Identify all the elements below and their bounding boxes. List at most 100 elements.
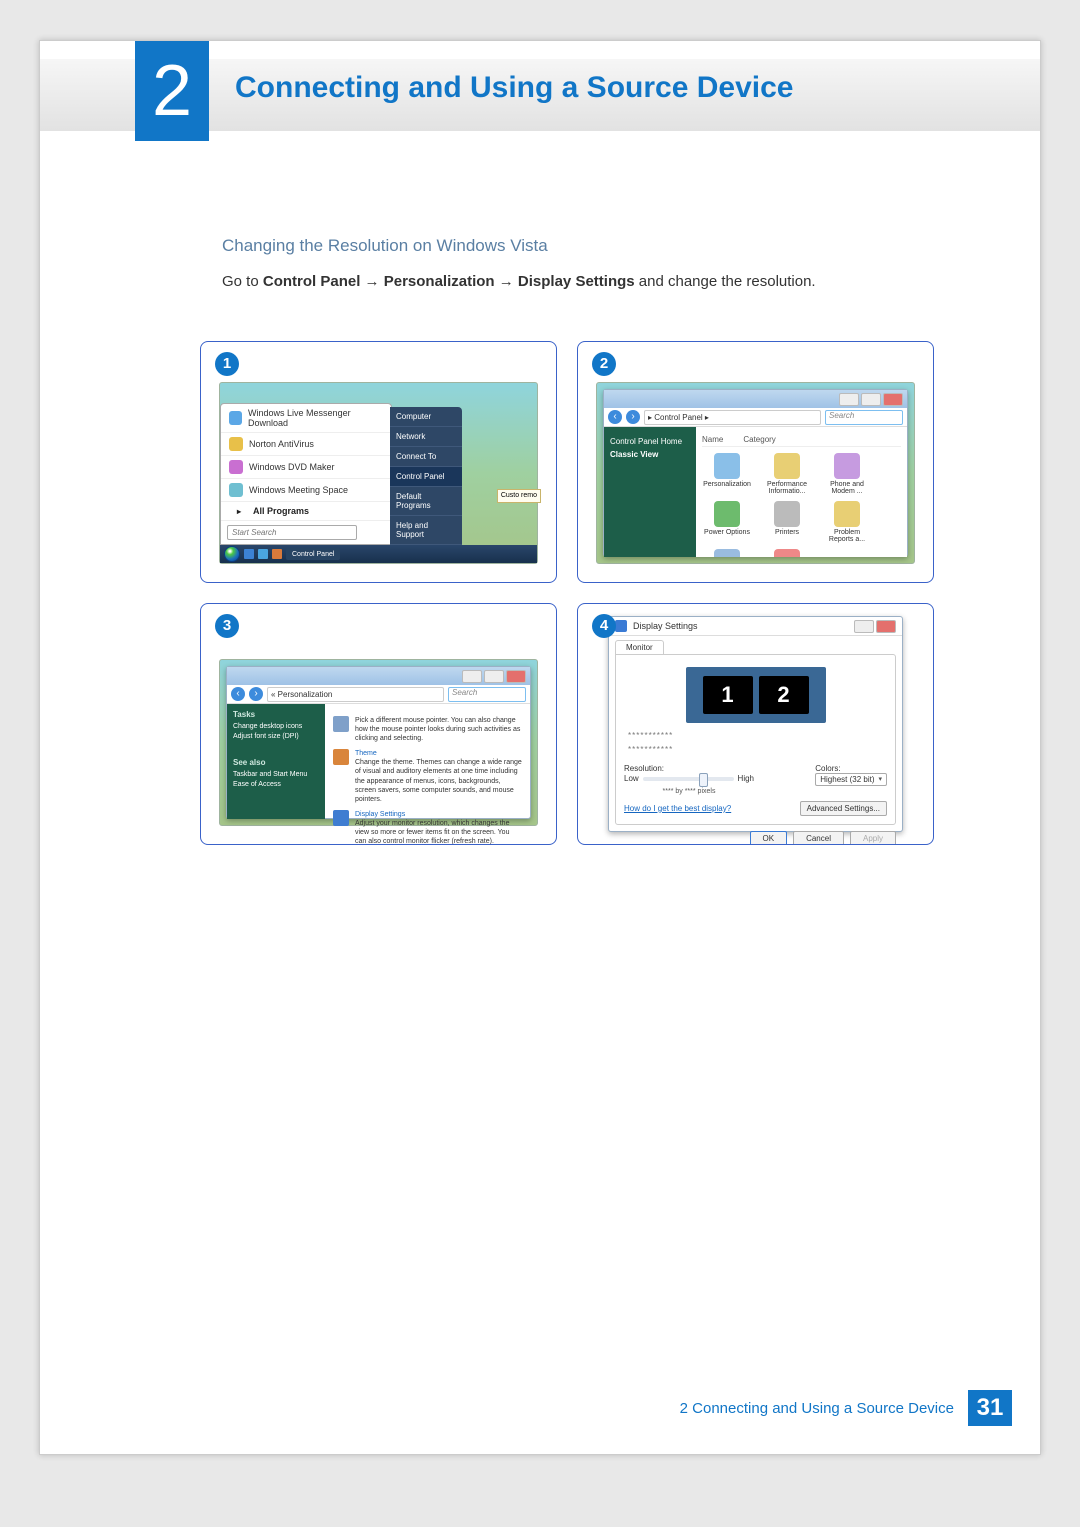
start-right-item[interactable]: Default Programs (390, 487, 462, 516)
problem-reports-icon (834, 501, 860, 527)
personalization-body: Tasks Change desktop icons Adjust font s… (227, 704, 530, 819)
start-menu-right: Computer Network Connect To Control Pane… (390, 407, 462, 545)
cp-item[interactable]: Power Options (702, 501, 752, 543)
chapter-title: Connecting and Using a Source Device (235, 71, 793, 105)
instruction-prefix: Go to (222, 273, 263, 290)
breadcrumb[interactable]: ▸ Control Panel ▸ (644, 410, 821, 425)
cp-classic-view-link[interactable]: Classic View (610, 450, 690, 459)
masked-text-2: *********** (628, 745, 887, 755)
column-name: Name (702, 435, 723, 444)
start-menu-label: Norton AntiVirus (249, 439, 314, 449)
cp-item[interactable]: Printers (762, 501, 812, 543)
step-3-panel: 3 ‹ › « Personalization Search (200, 603, 557, 845)
cp-item-label: Power Options (704, 529, 750, 536)
ease-of-access-link[interactable]: Ease of Access (233, 781, 319, 788)
close-button[interactable] (883, 393, 903, 406)
minimize-button[interactable] (462, 670, 482, 683)
start-menu-left: Windows Live Messenger Download Norton A… (220, 403, 392, 545)
monitor-2[interactable]: 2 (759, 676, 809, 714)
cp-item[interactable]: Phone and Modem ... (822, 453, 872, 495)
ok-button[interactable]: OK (750, 831, 788, 845)
back-button[interactable]: ‹ (608, 410, 622, 424)
footer-chapter-label: 2 Connecting and Using a Source Device (680, 1400, 954, 1417)
adjust-font-size-link[interactable]: Adjust font size (DPI) (233, 733, 319, 740)
slider-high-label: High (738, 774, 754, 783)
start-menu-item[interactable]: Windows Meeting Space (221, 479, 391, 502)
instruction-suffix: and change the resolution. (639, 273, 816, 290)
tasks-heading: Tasks (233, 710, 319, 719)
start-right-control-panel[interactable]: Control Panel (390, 467, 462, 487)
breadcrumb[interactable]: « Personalization (267, 687, 444, 702)
personalization-sidebar: Tasks Change desktop icons Adjust font s… (227, 704, 325, 819)
address-bar: ‹ › « Personalization Search (227, 685, 530, 704)
cp-item-label: Printers (775, 529, 799, 536)
start-right-item[interactable]: Help and Support (390, 516, 462, 545)
mouse-pointers-entry[interactable]: Pick a different mouse pointer. You can … (333, 716, 522, 743)
control-panel-window: ‹ › ▸ Control Panel ▸ Search Control Pan… (603, 389, 908, 557)
monitor-1[interactable]: 1 (703, 676, 753, 714)
start-orb-icon[interactable] (224, 546, 240, 562)
theme-entry[interactable]: ThemeChange the theme. Themes can change… (333, 749, 522, 804)
cp-item[interactable]: Problem Reports a... (822, 501, 872, 543)
start-menu-item[interactable]: Norton AntiVirus (221, 433, 391, 456)
best-display-help-link[interactable]: How do I get the best display? (624, 804, 731, 813)
window-titlebar: Display Settings (609, 617, 902, 636)
app-icon (229, 411, 242, 425)
change-desktop-icons-link[interactable]: Change desktop icons (233, 723, 319, 730)
close-button[interactable] (506, 670, 526, 683)
forward-button[interactable]: › (249, 687, 263, 701)
power-icon (714, 501, 740, 527)
quicklaunch-icon[interactable] (244, 549, 254, 559)
search-input[interactable]: Search (825, 410, 903, 425)
personalization-main: Pick a different mouse pointer. You can … (325, 704, 530, 819)
cp-item[interactable]: Realtek HD Audio M... (762, 549, 812, 557)
colors-select[interactable]: Highest (32 bit) (815, 773, 887, 786)
back-button[interactable]: ‹ (231, 687, 245, 701)
tooltip: Custo remo (497, 489, 541, 503)
masked-text-1: *********** (628, 731, 887, 741)
slider-low-label: Low (624, 774, 639, 783)
mouse-icon (333, 716, 349, 732)
start-right-item[interactable]: Computer (390, 407, 462, 427)
all-programs[interactable]: All Programs (221, 502, 391, 521)
start-menu-item[interactable]: Windows Live Messenger Download (221, 404, 391, 433)
start-right-item[interactable]: Network (390, 427, 462, 447)
step-2-panel: 2 ‹ › ▸ Control Panel ▸ Search (577, 341, 934, 583)
cancel-button[interactable]: Cancel (793, 831, 844, 845)
cp-item[interactable]: Performance Informatio... (762, 453, 812, 495)
start-search-box[interactable] (221, 521, 391, 544)
slider-thumb[interactable] (699, 773, 708, 787)
apply-button[interactable]: Apply (850, 831, 896, 845)
advanced-settings-button[interactable]: Advanced Settings... (800, 801, 887, 816)
display-settings-icon (615, 620, 627, 632)
instruction-text: Go to Control Panel → Personalization → … (222, 271, 950, 294)
see-also-heading: See also (233, 758, 319, 767)
performance-icon (774, 453, 800, 479)
close-button[interactable] (876, 620, 896, 633)
cp-item[interactable]: Programs and Features (702, 549, 752, 557)
personalization-icon (714, 453, 740, 479)
start-search-input[interactable] (227, 525, 357, 540)
quicklaunch-icon[interactable] (258, 549, 268, 559)
cp-home-link[interactable]: Control Panel Home (610, 437, 690, 446)
step-badge-3: 3 (215, 614, 239, 638)
maximize-button[interactable] (484, 670, 504, 683)
minimize-button[interactable] (854, 620, 874, 633)
monitor-tab[interactable]: Monitor (615, 640, 664, 654)
step-4-panel: 4 Display Settings Monitor 1 2 *********… (577, 603, 934, 845)
taskbar-button-control-panel[interactable]: Control Panel (286, 548, 340, 560)
app-icon (229, 460, 243, 474)
taskbar-start-menu-link[interactable]: Taskbar and Start Menu (233, 771, 319, 778)
step-badge-1: 1 (215, 352, 239, 376)
quicklaunch-icon[interactable] (272, 549, 282, 559)
start-right-item[interactable]: Connect To (390, 447, 462, 467)
search-input[interactable]: Search (448, 687, 526, 702)
display-settings-entry[interactable]: Display SettingsAdjust your monitor reso… (333, 810, 522, 845)
resolution-slider[interactable] (643, 777, 734, 781)
maximize-button[interactable] (861, 393, 881, 406)
start-menu-item[interactable]: Windows DVD Maker (221, 456, 391, 479)
forward-button[interactable]: › (626, 410, 640, 424)
cp-item-personalization[interactable]: Personalization (702, 453, 752, 495)
entry-text: Pick a different mouse pointer. You can … (355, 716, 522, 743)
minimize-button[interactable] (839, 393, 859, 406)
